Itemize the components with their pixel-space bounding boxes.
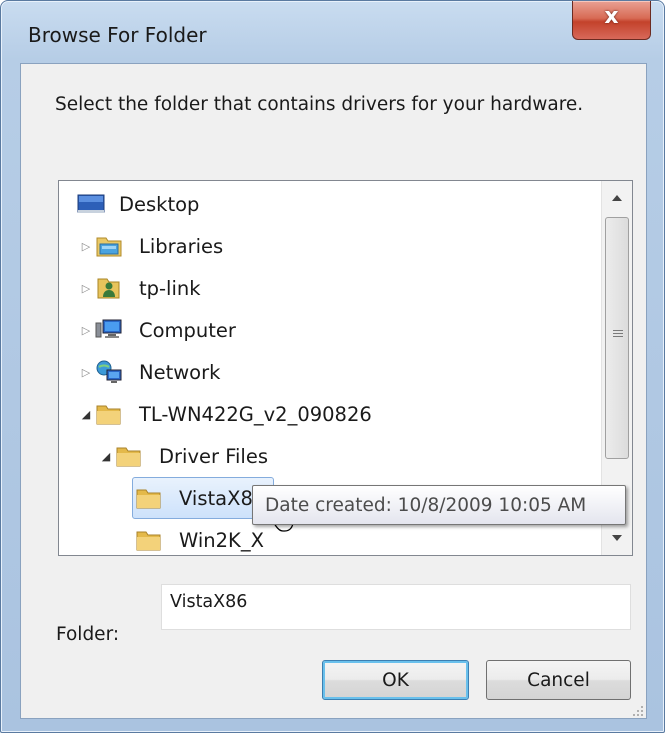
title-bar[interactable]: Browse For Folder x [1,1,664,63]
collapse-arrow-icon[interactable]: ◢ [79,407,93,421]
tree-item-tl-wn422g[interactable]: ◢ TL-WN422G_v2_090826 [59,396,599,432]
folder-icon [115,443,143,469]
window-title: Browse For Folder [28,23,207,47]
scroll-up-button[interactable] [602,181,632,215]
tree-item-tp-link[interactable]: ▷ tp-link [59,270,599,306]
folder-icon [135,485,163,511]
resize-grip-icon[interactable] [630,702,644,716]
tree-item-libraries[interactable]: ▷ Libraries [59,228,599,264]
tree-item-label: TL-WN422G_v2_090826 [139,402,372,426]
tree-item-label: Driver Files [159,444,268,468]
folder-label: Folder: [56,624,120,645]
desktop-icon [77,191,105,217]
dialog-body: Select the folder that contains drivers … [20,63,647,719]
scroll-down-button[interactable] [602,521,632,555]
scrollbar-thumb[interactable] [605,217,629,459]
tree-item-network[interactable]: ▷ Network [59,354,599,390]
user-folder-icon [95,275,123,301]
folder-icon [135,527,163,553]
network-icon [95,359,123,385]
scroll-down-arrow-icon [612,535,622,541]
browse-for-folder-dialog: Browse For Folder x Select the folder th… [0,0,665,733]
expand-arrow-icon[interactable]: ▷ [79,239,93,253]
ok-button[interactable]: OK [322,660,469,700]
instruction-text: Select the folder that contains drivers … [55,94,584,115]
tree-item-label: Desktop [119,192,200,216]
tree-item-computer[interactable]: ▷ Computer [59,312,599,348]
libraries-icon [95,233,123,259]
date-created-tooltip: Date created: 10/8/2009 10:05 AM [252,485,626,525]
collapse-arrow-icon[interactable]: ◢ [99,449,113,463]
cancel-button[interactable]: Cancel [486,660,631,700]
folder-name-field[interactable]: VistaX86 [161,584,631,630]
tree-item-label: Computer [139,318,236,342]
tree-item-label: Win2K_X [179,528,264,552]
tree-item-win2k[interactable]: Win2K_X [59,522,599,555]
expand-arrow-icon[interactable]: ▷ [79,281,93,295]
tree-item-label: Network [139,360,221,384]
scroll-up-arrow-icon [612,195,622,201]
tree-item-driver-files[interactable]: ◢ Driver Files [59,438,599,474]
folder-icon [95,401,123,427]
expand-arrow-icon[interactable]: ▷ [79,323,93,337]
expand-arrow-icon[interactable]: ▷ [79,365,93,379]
computer-icon [95,317,123,343]
scrollbar-grip [613,330,623,339]
tree-item-label: tp-link [139,276,201,300]
close-button[interactable]: x [572,1,651,40]
tree-item-desktop[interactable]: Desktop [59,186,599,222]
tree-item-label: Libraries [139,234,224,258]
close-icon: x [604,4,619,29]
